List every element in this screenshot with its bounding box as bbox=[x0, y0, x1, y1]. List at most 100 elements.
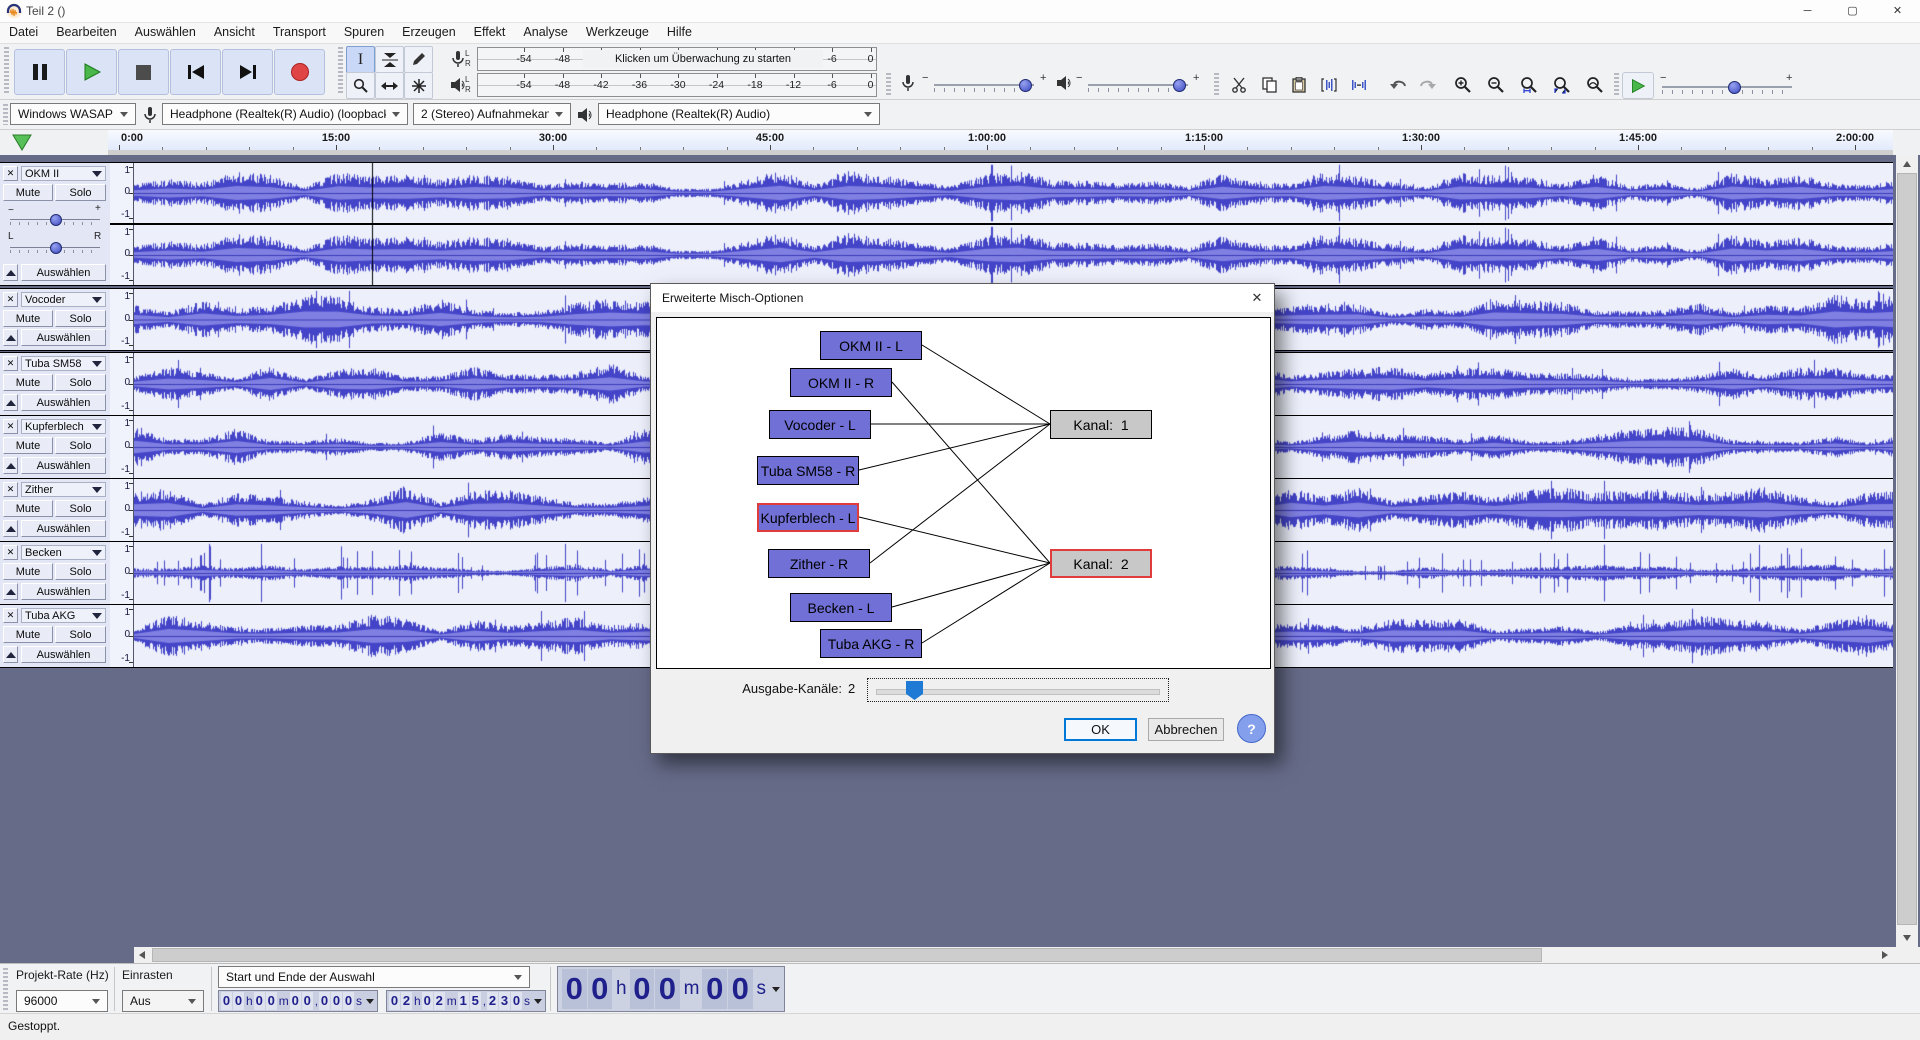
paste-button[interactable] bbox=[1286, 72, 1312, 97]
output-channels-slider[interactable] bbox=[867, 678, 1169, 702]
track-solo-button[interactable]: Solo bbox=[55, 310, 106, 327]
track-mute-button[interactable]: Mute bbox=[3, 626, 53, 643]
skip-to-start-button[interactable] bbox=[170, 49, 221, 95]
track-solo-button[interactable]: Solo bbox=[55, 500, 106, 517]
pause-button[interactable] bbox=[14, 49, 65, 95]
playback-device-select[interactable]: Headphone (Realtek(R) Audio) bbox=[598, 103, 880, 125]
help-button[interactable]: ? bbox=[1237, 714, 1266, 743]
mix-source-box[interactable]: Kupferblech - L bbox=[757, 503, 859, 532]
playback-volume-thumb[interactable] bbox=[1173, 79, 1186, 92]
track-mute-button[interactable]: Mute bbox=[3, 563, 53, 580]
audio-host-select[interactable]: Windows WASAPI bbox=[10, 103, 136, 125]
track-mute-button[interactable]: Mute bbox=[3, 437, 53, 454]
track-close-button[interactable]: ✕ bbox=[3, 545, 18, 560]
track-mute-button[interactable]: Mute bbox=[3, 184, 53, 201]
track-name-menu[interactable]: Becken bbox=[21, 545, 106, 560]
track-select-button[interactable]: Auswählen bbox=[21, 329, 106, 346]
track-mute-button[interactable]: Mute bbox=[3, 310, 53, 327]
track-collapse-button[interactable] bbox=[3, 457, 18, 474]
track-name-menu[interactable]: OKM II bbox=[21, 166, 106, 181]
vertical-scroll-thumb[interactable] bbox=[1897, 173, 1917, 925]
audio-position-field[interactable]: 00h00m00s bbox=[557, 966, 785, 1012]
edit-toolbar-grip[interactable] bbox=[1214, 73, 1219, 95]
zoom-fit-button[interactable] bbox=[1549, 72, 1575, 97]
menu-effekt[interactable]: Effekt bbox=[465, 23, 515, 43]
menu-datei[interactable]: Datei bbox=[0, 23, 47, 43]
track-close-button[interactable]: ✕ bbox=[3, 608, 18, 623]
selection-toolbar-grip[interactable] bbox=[3, 968, 8, 1010]
play-speed-slider[interactable] bbox=[1662, 81, 1792, 94]
cancel-button[interactable]: Abbrechen bbox=[1148, 718, 1224, 741]
scroll-right-icon[interactable] bbox=[1882, 951, 1888, 959]
skip-to-end-button[interactable] bbox=[222, 49, 273, 95]
meter-monitor-hint[interactable]: Klicken um Überwachung zu starten bbox=[583, 50, 823, 68]
track-close-button[interactable]: ✕ bbox=[3, 166, 18, 181]
scroll-down-icon[interactable] bbox=[1903, 935, 1911, 941]
field-dropdown-icon[interactable] bbox=[772, 986, 780, 992]
minimize-button[interactable]: ─ bbox=[1785, 0, 1830, 22]
close-button[interactable]: ✕ bbox=[1875, 0, 1920, 22]
track-mute-button[interactable]: Mute bbox=[3, 374, 53, 391]
track-collapse-button[interactable] bbox=[3, 264, 18, 281]
ok-button[interactable]: OK bbox=[1064, 718, 1137, 741]
zoom-selection-button[interactable] bbox=[1516, 72, 1542, 97]
copy-button[interactable] bbox=[1256, 72, 1282, 97]
track-collapse-button[interactable] bbox=[3, 583, 18, 600]
track-select-button[interactable]: Auswählen bbox=[21, 457, 106, 474]
mix-source-box[interactable]: OKM II - R bbox=[790, 368, 892, 397]
trim-audio-button[interactable] bbox=[1316, 72, 1342, 97]
track-name-menu[interactable]: Vocoder bbox=[21, 292, 106, 307]
recording-meter[interactable]: LR-54-48-12-60Klicken um Überwachung zu … bbox=[443, 46, 877, 72]
zoom-out-button[interactable] bbox=[1483, 72, 1509, 97]
track-collapse-button[interactable] bbox=[3, 394, 18, 411]
play-at-speed-grip[interactable] bbox=[1614, 73, 1619, 95]
device-toolbar-grip[interactable] bbox=[3, 104, 8, 125]
zoom-toggle-button[interactable] bbox=[1582, 72, 1608, 97]
mix-source-box[interactable]: OKM II - L bbox=[820, 331, 922, 360]
track-select-button[interactable]: Auswählen bbox=[21, 520, 106, 537]
waveform-canvas[interactable] bbox=[134, 225, 1893, 285]
zoom-tool-button[interactable] bbox=[346, 72, 375, 99]
project-rate-select[interactable]: 96000 bbox=[16, 990, 108, 1012]
undo-button[interactable] bbox=[1386, 72, 1412, 97]
envelope-tool-button[interactable] bbox=[375, 46, 404, 73]
vertical-scrollbar[interactable] bbox=[1896, 155, 1918, 947]
mix-source-box[interactable]: Vocoder - L bbox=[769, 410, 871, 439]
play-button[interactable] bbox=[66, 49, 117, 95]
recording-device-select[interactable]: Headphone (Realtek(R) Audio) (loopback) bbox=[162, 103, 408, 125]
multi-tool-button[interactable] bbox=[404, 72, 433, 99]
playback-meter[interactable]: L R -54 -48 -42 -36 -30 -24 -18 -12 -6 0 bbox=[443, 72, 877, 98]
menu-auswählen[interactable]: Auswählen bbox=[126, 23, 205, 43]
dialog-title-bar[interactable]: Erweiterte Misch-Optionen ✕ bbox=[651, 284, 1274, 312]
timeshift-tool-button[interactable] bbox=[375, 72, 404, 99]
mixer-toolbar-grip[interactable] bbox=[886, 73, 891, 95]
mix-channel-box[interactable]: Kanal: 2 bbox=[1050, 549, 1152, 578]
transport-toolbar-grip[interactable] bbox=[4, 47, 9, 95]
track-collapse-button[interactable] bbox=[3, 329, 18, 346]
menu-erzeugen[interactable]: Erzeugen bbox=[393, 23, 465, 43]
track-select-button[interactable]: Auswählen bbox=[21, 394, 106, 411]
track-name-menu[interactable]: Tuba AKG bbox=[21, 608, 106, 623]
play-at-speed-button[interactable] bbox=[1622, 72, 1654, 99]
selection-mode-select[interactable]: Start und Ende der Auswahl bbox=[218, 966, 530, 988]
draw-tool-button[interactable] bbox=[404, 46, 433, 73]
menu-hilfe[interactable]: Hilfe bbox=[658, 23, 701, 43]
record-volume-slider[interactable] bbox=[934, 79, 1034, 92]
menu-bearbeiten[interactable]: Bearbeiten bbox=[47, 23, 125, 43]
zoom-in-button[interactable] bbox=[1450, 72, 1476, 97]
mix-source-box[interactable]: Tuba AKG - R bbox=[820, 629, 922, 658]
snap-select[interactable]: Aus bbox=[122, 990, 204, 1012]
horizontal-scroll-thumb[interactable] bbox=[152, 948, 1542, 962]
gain-slider-thumb[interactable] bbox=[50, 214, 62, 226]
menu-analyse[interactable]: Analyse bbox=[514, 23, 576, 43]
play-speed-thumb[interactable] bbox=[1728, 81, 1741, 94]
tools-toolbar-grip[interactable] bbox=[338, 47, 343, 95]
track-solo-button[interactable]: Solo bbox=[55, 184, 106, 201]
track-close-button[interactable]: ✕ bbox=[3, 292, 18, 307]
track-solo-button[interactable]: Solo bbox=[55, 626, 106, 643]
timeline-ruler[interactable]: 0:00 15:00 30:00 45:00 1:00:00 1:15:00 1:30:00… bbox=[108, 130, 1893, 151]
field-dropdown-icon[interactable] bbox=[534, 998, 543, 1004]
field-dropdown-icon[interactable] bbox=[366, 998, 375, 1004]
track-name-menu[interactable]: Kupferblech bbox=[21, 419, 106, 434]
mix-source-box[interactable]: Becken - L bbox=[790, 593, 892, 622]
